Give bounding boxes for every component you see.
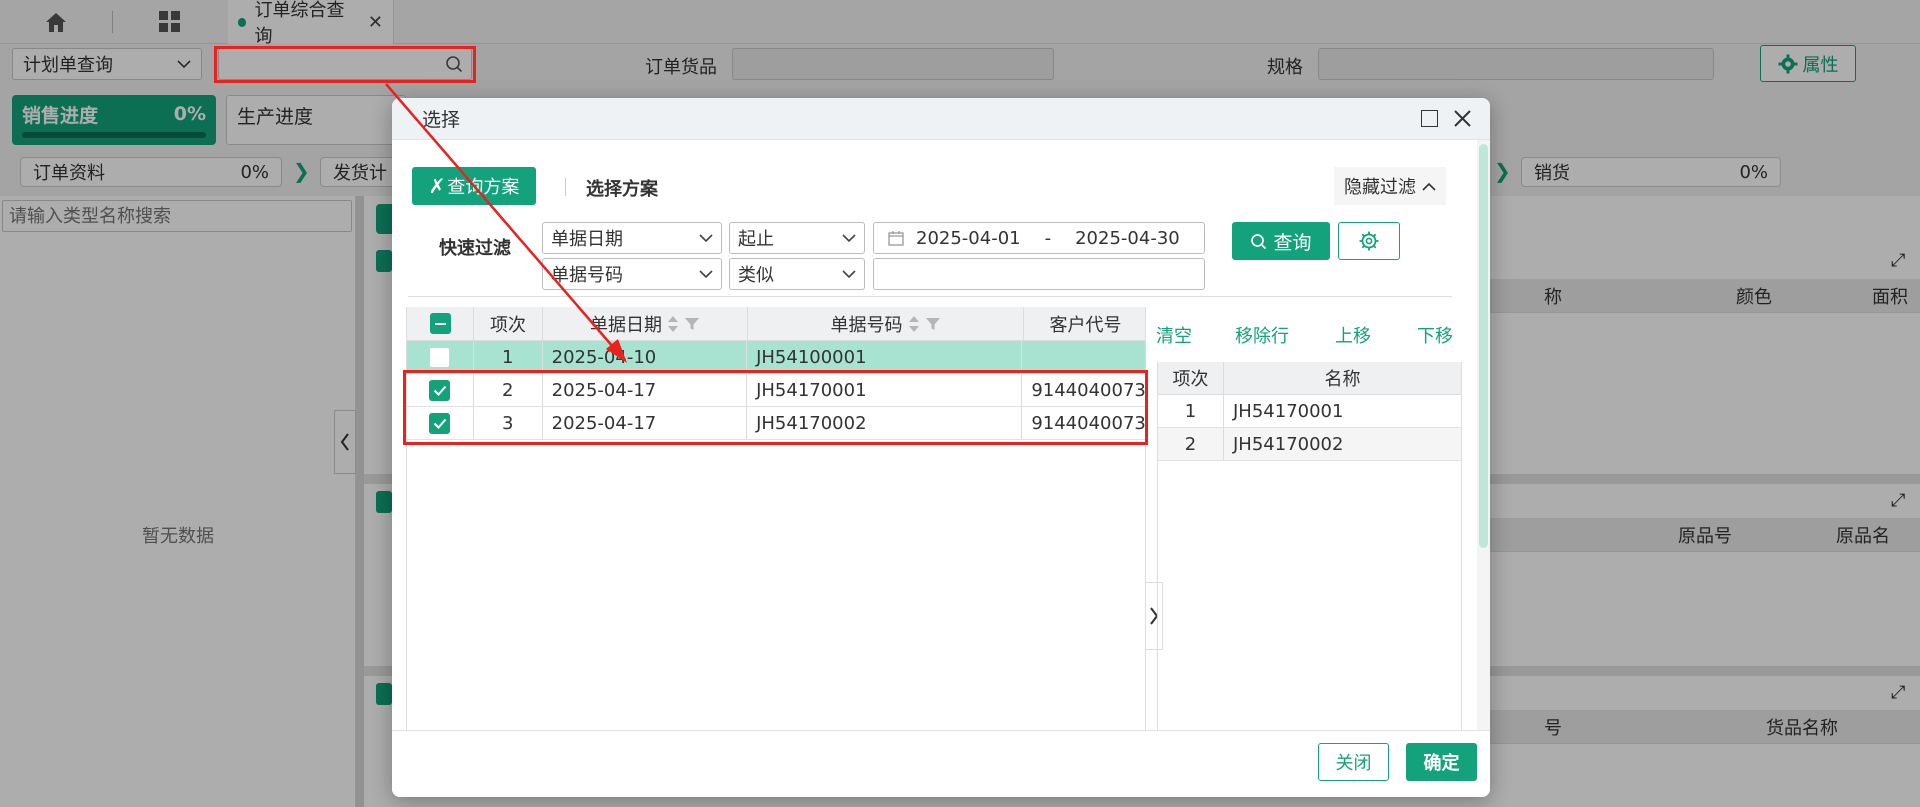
table-row[interactable]: 1 2025-04-10 JH54100001	[407, 341, 1145, 374]
selected-idx: 1	[1158, 395, 1224, 427]
query-scheme-label: 查询方案	[447, 177, 520, 198]
row-idx: 1	[474, 341, 543, 373]
row-cust	[1022, 341, 1145, 373]
filter2-field: 单据号码	[551, 265, 623, 286]
filter2-value-input[interactable]	[873, 258, 1205, 290]
selected-col-name: 名称	[1324, 369, 1361, 390]
col-header-idx: 项次	[474, 307, 543, 340]
filter2-op: 类似	[738, 265, 774, 286]
col-header-cust: 客户代号	[1049, 314, 1122, 336]
row-cust: 91440400739	[1031, 412, 1145, 434]
records-grid: 项次 单据日期 单据号码 客户代号 1 2025-04-10 JH5410000…	[406, 307, 1145, 752]
row-checkbox[interactable]	[429, 412, 451, 434]
query-label: 查询	[1273, 231, 1312, 254]
row-date: 2025-04-10	[543, 341, 748, 373]
filter1-op-select[interactable]: 起止	[729, 222, 865, 254]
row-cust: 91440400739	[1031, 379, 1145, 401]
col-header-date[interactable]: 单据日期	[543, 307, 748, 340]
dialog-title: 选择	[422, 109, 461, 131]
row-checkbox[interactable]	[429, 379, 451, 401]
clear-link[interactable]: 清空	[1156, 322, 1192, 348]
query-scheme-button[interactable]: ✗ 查询方案	[412, 167, 536, 205]
chevron-up-icon	[1422, 182, 1436, 191]
table-row[interactable]: 3 2025-04-17 JH54170002 91440400739	[407, 407, 1145, 440]
row-idx: 3	[474, 407, 543, 439]
select-all-checkbox[interactable]	[429, 313, 451, 334]
select-all-cell	[407, 307, 474, 340]
move-down-link[interactable]: 下移	[1417, 322, 1453, 348]
scheme-icon: ✗	[428, 174, 446, 198]
selected-name: JH54170002	[1233, 433, 1344, 455]
grid-header: 项次 单据日期 单据号码 客户代号	[407, 307, 1145, 341]
hide-filter-button[interactable]: 隐藏过滤	[1334, 167, 1446, 205]
selected-grid: 项次 名称 1 JH54170001 2 JH54170002	[1157, 362, 1462, 752]
move-up-link[interactable]: 上移	[1335, 322, 1371, 348]
col-header-no-label: 单据号码	[830, 314, 903, 336]
search-icon	[1251, 233, 1267, 249]
date-from: 2025-04-01	[916, 227, 1021, 249]
row-idx: 2	[474, 374, 543, 406]
date-to: 2025-04-30	[1075, 227, 1180, 249]
gear-icon	[1359, 231, 1379, 251]
hide-filter-label: 隐藏过滤	[1344, 177, 1416, 198]
vertical-scrollbar-thumb[interactable]	[1479, 144, 1488, 548]
chevron-down-icon	[699, 269, 713, 278]
vertical-scrollbar-track[interactable]	[1477, 140, 1490, 752]
table-row[interactable]: 2 2025-04-17 JH54170001 91440400739	[407, 374, 1145, 407]
sort-icon[interactable]	[666, 314, 680, 334]
select-scheme-label: 选择方案	[586, 179, 658, 200]
row-no: JH54170002	[747, 407, 1023, 439]
filter1-field: 单据日期	[551, 229, 623, 250]
row-date: 2025-04-17	[543, 407, 748, 439]
dialog-footer: 关闭 确定	[392, 730, 1490, 797]
filter2-op-select[interactable]: 类似	[729, 258, 865, 290]
grid-divider	[1145, 307, 1146, 752]
date-range-input[interactable]: 2025-04-01 - 2025-04-30	[873, 222, 1205, 254]
row-checkbox[interactable]	[429, 346, 451, 368]
remove-row-link[interactable]: 移除行	[1235, 322, 1289, 348]
filter1-field-select[interactable]: 单据日期	[542, 222, 722, 254]
selected-idx: 2	[1158, 428, 1224, 460]
col-header-date-label: 单据日期	[590, 314, 662, 336]
close-icon[interactable]	[1453, 109, 1472, 128]
date-separator: -	[1044, 227, 1052, 249]
ok-button[interactable]: 确定	[1406, 743, 1477, 781]
row-no: JH54170001	[747, 374, 1023, 406]
query-button[interactable]: 查询	[1232, 222, 1330, 260]
chevron-down-icon	[842, 233, 856, 242]
close-button[interactable]: 关闭	[1318, 743, 1389, 781]
filter1-op: 起止	[738, 229, 774, 250]
calendar-icon	[888, 231, 904, 246]
filter2-field-select[interactable]: 单据号码	[542, 258, 722, 290]
col-header-no[interactable]: 单据号码	[748, 307, 1024, 340]
quick-filter-label: 快速过滤	[439, 238, 511, 259]
dialog-title-bar: 选择	[392, 98, 1490, 140]
filter-icon[interactable]	[925, 316, 941, 332]
select-dialog: 选择 ✗ 查询方案 选择方案 隐藏过滤 快速过滤 单据日期 起止 2025-04…	[392, 98, 1490, 797]
filter-icon[interactable]	[684, 316, 700, 332]
selected-col-idx: 项次	[1158, 362, 1224, 394]
chevron-down-icon	[699, 233, 713, 242]
row-no: JH54100001	[747, 341, 1023, 373]
divider	[408, 296, 1452, 297]
sort-icon[interactable]	[907, 314, 921, 334]
list-item[interactable]: 2 JH54170002	[1158, 428, 1461, 461]
chevron-down-icon	[842, 269, 856, 278]
divider	[565, 178, 566, 196]
settings-button[interactable]	[1338, 222, 1400, 260]
selected-header: 项次 名称	[1158, 362, 1461, 395]
check-icon	[433, 418, 447, 429]
check-icon	[433, 385, 447, 396]
row-date: 2025-04-17	[543, 374, 748, 406]
selected-name: JH54170001	[1233, 400, 1344, 422]
list-item[interactable]: 1 JH54170001	[1158, 395, 1461, 428]
maximize-icon[interactable]	[1421, 110, 1438, 127]
